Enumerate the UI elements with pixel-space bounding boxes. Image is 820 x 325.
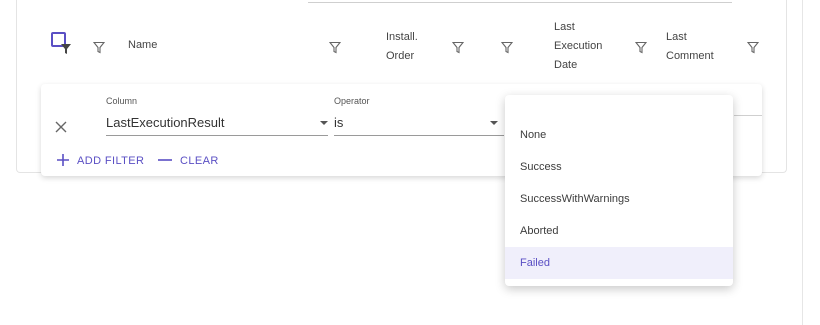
plus-icon xyxy=(57,154,69,168)
operator-field-label: Operator xyxy=(334,96,370,106)
page-edge-divider xyxy=(802,0,803,325)
clear-button[interactable]: CLEAR xyxy=(158,154,219,168)
operator-select[interactable]: is xyxy=(334,115,343,130)
filter-icon[interactable] xyxy=(635,41,647,54)
clear-label: CLEAR xyxy=(180,155,219,167)
filter-icon[interactable] xyxy=(329,41,341,54)
add-filter-button[interactable]: ADD FILTER xyxy=(57,154,144,168)
column-select[interactable]: LastExecutionResult xyxy=(106,115,225,130)
column-header-last-execution-date[interactable]: Last Execution Date xyxy=(554,18,616,75)
operator-select-underline xyxy=(334,135,504,136)
column-header-last-comment[interactable]: Last Comment xyxy=(666,28,722,66)
filter-icon[interactable] xyxy=(452,41,464,54)
column-field-label: Column xyxy=(106,96,138,106)
dropdown-option-aborted[interactable]: Aborted xyxy=(505,215,733,247)
funnel-icon xyxy=(61,41,71,54)
chevron-down-icon[interactable] xyxy=(320,121,328,125)
toolbar-divider xyxy=(308,2,732,3)
add-filter-label: ADD FILTER xyxy=(77,155,145,167)
chevron-down-icon[interactable] xyxy=(490,121,498,125)
minus-icon xyxy=(158,154,172,168)
dropdown-option-none[interactable]: None xyxy=(505,119,733,151)
filter-icon[interactable] xyxy=(747,41,759,54)
dropdown-option-success-with-warnings[interactable]: SuccessWithWarnings xyxy=(505,183,733,215)
close-icon[interactable] xyxy=(54,120,68,134)
column-header-install-order[interactable]: Install. Order xyxy=(386,28,434,66)
column-header-name[interactable]: Name xyxy=(128,36,157,55)
value-dropdown-menu: None Success SuccessWithWarnings Aborted… xyxy=(505,95,733,286)
filter-icon[interactable] xyxy=(501,41,513,54)
dropdown-option-failed[interactable]: Failed xyxy=(505,247,733,279)
filter-icon[interactable] xyxy=(93,41,105,54)
column-select-underline xyxy=(106,135,328,136)
value-field-underline xyxy=(734,115,762,116)
dropdown-option-success[interactable]: Success xyxy=(505,151,733,183)
